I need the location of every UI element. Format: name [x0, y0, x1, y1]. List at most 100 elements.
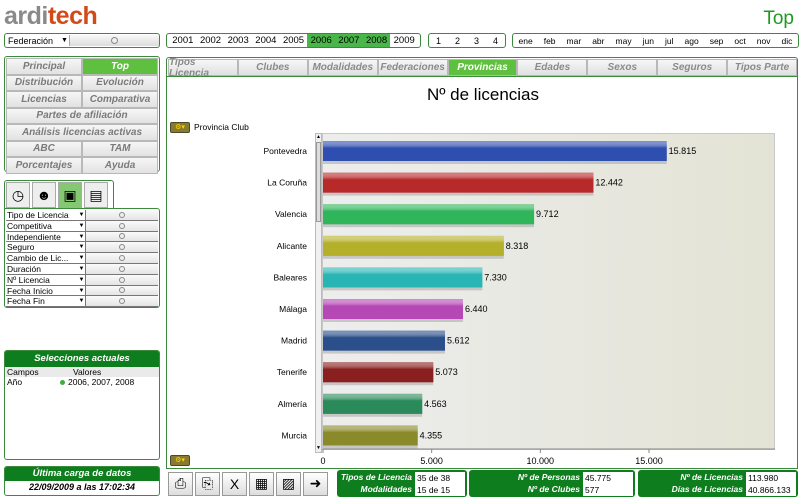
filter-row[interactable]: Independiente ▼	[6, 231, 158, 243]
filter-row[interactable]: Nº Licencia ▼	[6, 274, 158, 286]
filter-row[interactable]: Fecha Fin ▼	[6, 296, 158, 308]
quarter-1[interactable]: 1	[436, 36, 441, 46]
month-abr[interactable]: abr	[592, 36, 604, 46]
tab-federaciones[interactable]: Federaciones	[377, 59, 448, 76]
nav-principal[interactable]: Principal	[6, 58, 82, 75]
filter-slider[interactable]	[86, 242, 158, 253]
nav-licencias[interactable]: Licencias	[6, 91, 82, 108]
chevron-down-icon[interactable]: ▼	[78, 296, 86, 307]
filter-label: Nº Licencia	[7, 274, 50, 285]
forward-arrow-icon[interactable]: ➜	[303, 471, 328, 496]
month-oct[interactable]: oct	[734, 36, 745, 46]
nav-top[interactable]: Top	[82, 58, 158, 75]
filter-slider[interactable]	[86, 296, 158, 307]
filter-slider[interactable]	[86, 263, 158, 274]
chevron-down-icon[interactable]: ▼	[78, 285, 86, 296]
tab-seguros[interactable]: Seguros	[657, 59, 728, 76]
quarter-4[interactable]: 4	[493, 36, 498, 46]
year-2006[interactable]: 2006	[307, 34, 336, 47]
tab-modalidades[interactable]: Modalidades	[307, 59, 378, 76]
quarter-2[interactable]: 2	[455, 36, 460, 46]
nav-partes-de-afiliaci-n[interactable]: Partes de afiliación	[6, 107, 158, 124]
person-icon[interactable]: ☻	[32, 182, 56, 208]
print-preview-icon[interactable]: ⎘	[195, 471, 220, 496]
table-icon[interactable]: ▦	[249, 471, 274, 496]
image-icon[interactable]: ▨	[276, 471, 301, 496]
nav-evoluci-n[interactable]: Evolución	[82, 74, 158, 91]
filter-slider[interactable]	[86, 210, 158, 220]
tab-provincias[interactable]: Provincias	[447, 59, 518, 76]
year-2004[interactable]: 2004	[252, 34, 280, 47]
federation-slider[interactable]	[69, 35, 159, 46]
filter-slider[interactable]	[86, 274, 158, 285]
tab-clubes[interactable]: Clubes	[237, 59, 308, 76]
month-may[interactable]: may	[616, 36, 632, 46]
nav-porcentajes[interactable]: Porcentajes	[6, 157, 82, 174]
filter-row[interactable]: Competitiva ▼	[6, 220, 158, 232]
filter-row[interactable]: Fecha Inicio ▼	[6, 285, 158, 297]
year-2002[interactable]: 2002	[197, 34, 225, 47]
chevron-down-icon[interactable]: ▼	[78, 220, 86, 231]
slider-knob[interactable]	[119, 244, 125, 251]
nav-an-lisis-licencias-activas[interactable]: Análisis licencias activas	[6, 124, 158, 141]
month-feb[interactable]: feb	[544, 36, 556, 46]
slider-knob[interactable]	[119, 233, 125, 240]
nav-abc[interactable]: ABC	[6, 140, 82, 157]
month-sep[interactable]: sep	[710, 36, 724, 46]
month-ago[interactable]: ago	[684, 36, 698, 46]
chevron-down-icon[interactable]: ▼	[78, 253, 86, 263]
month-jun[interactable]: jun	[643, 36, 654, 46]
tab-edades[interactable]: Edades	[517, 59, 588, 76]
nav-distribuci-n[interactable]: Distribución	[6, 74, 82, 91]
month-nov[interactable]: nov	[757, 36, 771, 46]
chevron-down-icon[interactable]: ▼	[78, 263, 86, 274]
slider-knob[interactable]	[119, 298, 125, 305]
year-2007[interactable]: 2007	[335, 34, 363, 47]
excel-icon[interactable]: X	[222, 471, 247, 496]
filter-label: Fecha Fin	[7, 296, 45, 307]
slider-knob[interactable]	[119, 255, 125, 262]
chevron-down-icon[interactable]: ▼	[78, 274, 86, 285]
tab-tipos-parte[interactable]: Tipos Parte	[727, 59, 798, 76]
filter-slider[interactable]	[86, 231, 158, 242]
month-jul[interactable]: jul	[665, 36, 674, 46]
federation-select[interactable]: Federación ▼	[4, 33, 160, 48]
month-mar[interactable]: mar	[567, 36, 582, 46]
filter-row[interactable]: Seguro ▼	[6, 242, 158, 254]
printer-icon[interactable]: ⎙	[168, 471, 193, 496]
month-ene[interactable]: ene	[519, 36, 533, 46]
filter-row[interactable]: Cambio de Lic... ▼	[6, 253, 158, 264]
filter-row[interactable]: Duración ▼	[6, 263, 158, 275]
year-2009[interactable]: 2009	[390, 34, 418, 47]
slider-knob[interactable]	[111, 37, 118, 44]
document-icon[interactable]: ▤	[84, 182, 108, 208]
box-icon[interactable]: ▣	[58, 182, 82, 208]
tab-sexos[interactable]: Sexos	[587, 59, 658, 76]
year-2005[interactable]: 2005	[280, 34, 308, 47]
year-2003[interactable]: 2003	[224, 34, 252, 47]
slider-knob[interactable]	[119, 211, 125, 218]
slider-knob[interactable]	[119, 222, 125, 229]
chevron-down-icon[interactable]: ▼	[78, 242, 86, 253]
year-2001[interactable]: 2001	[169, 34, 197, 47]
filter-slider[interactable]	[86, 253, 158, 263]
nav-ayuda[interactable]: Ayuda	[82, 157, 158, 174]
filter-row[interactable]: Tipo de Licencia ▼	[6, 210, 158, 221]
chart-options-button[interactable]: ⚙▾	[170, 455, 190, 466]
slider-knob[interactable]	[119, 265, 125, 272]
chevron-down-icon[interactable]: ▼	[78, 210, 86, 220]
clock-icon[interactable]: ◷	[6, 182, 30, 208]
quarter-3[interactable]: 3	[474, 36, 479, 46]
filter-slider[interactable]	[86, 285, 158, 296]
chevron-down-icon[interactable]: ▼	[78, 231, 86, 242]
year-2008[interactable]: 2008	[362, 34, 391, 47]
chevron-down-icon[interactable]: ▼	[61, 37, 69, 44]
month-dic[interactable]: dic	[782, 36, 793, 46]
slider-knob[interactable]	[119, 276, 125, 283]
nav-tam[interactable]: TAM	[82, 140, 158, 157]
slider-knob[interactable]	[119, 287, 125, 294]
category-label: Baleares	[273, 272, 307, 282]
tab-tipos-licencia[interactable]: Tipos Licencia	[168, 57, 238, 79]
filter-slider[interactable]	[86, 220, 158, 231]
nav-comparativa[interactable]: Comparativa	[82, 91, 158, 108]
